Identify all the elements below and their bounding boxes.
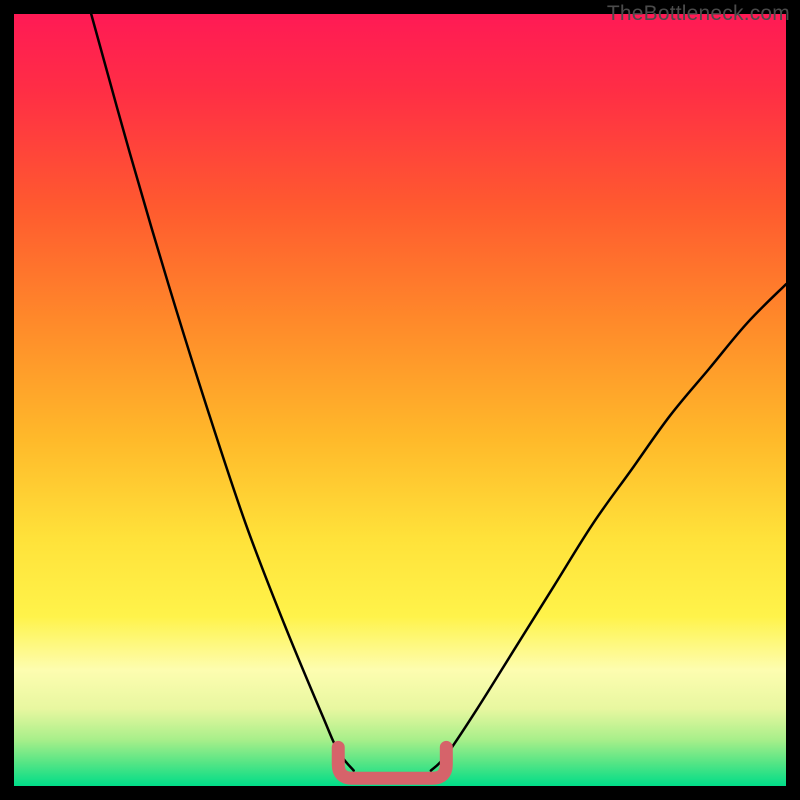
chart-canvas: TheBottleneck.com bbox=[0, 0, 800, 800]
curve-layer bbox=[14, 14, 786, 786]
bottleneck-curve-right bbox=[431, 284, 786, 770]
optimal-range-bracket bbox=[338, 747, 446, 778]
bottleneck-curve-left bbox=[91, 14, 353, 771]
watermark-text: TheBottleneck.com bbox=[607, 2, 790, 26]
plot-area bbox=[14, 14, 786, 786]
